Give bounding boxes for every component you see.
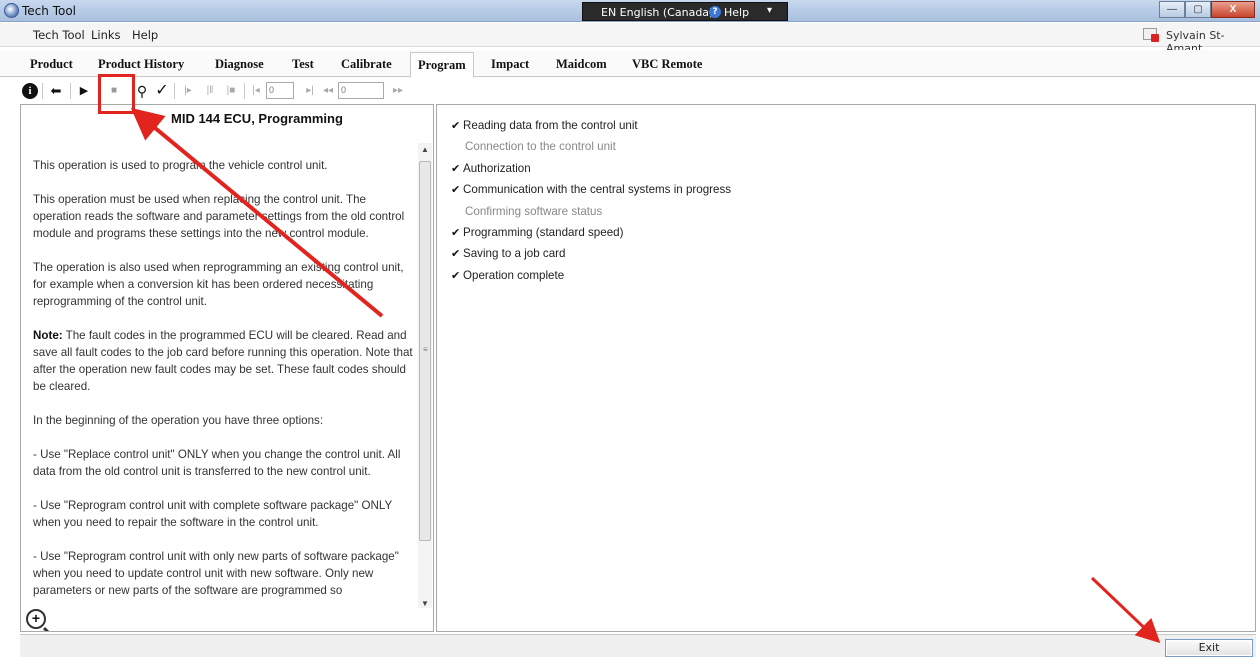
window-title: Tech Tool: [22, 4, 76, 18]
title-bar: Tech Tool EN English (Canada) ? Help ▾ —…: [0, 0, 1260, 22]
step-check-icon: ✔: [451, 226, 461, 239]
toolbar-separator: [244, 83, 245, 99]
main-tabs: Product Product History Diagnose Test Ca…: [0, 50, 1260, 78]
step-label: Connection to the control unit: [465, 140, 616, 154]
note-paragraph: Note: The fault codes in the programmed …: [33, 327, 413, 395]
operation-step: ✔ Operation complete: [451, 269, 731, 290]
description-scrollbar[interactable]: ▲ ≡ ▼: [418, 143, 432, 608]
step-number-input[interactable]: 0: [266, 82, 294, 99]
zoom-in-icon[interactable]: +: [26, 609, 46, 629]
operation-description: This operation is used to program the ve…: [33, 157, 413, 616]
back-arrow-icon[interactable]: ⬅: [48, 82, 64, 100]
next-icon[interactable]: ▸|: [302, 82, 318, 100]
help-link[interactable]: Help: [724, 6, 749, 19]
tab-diagnose[interactable]: Diagnose: [215, 57, 264, 72]
maximize-button[interactable]: ▢: [1185, 1, 1211, 18]
menu-links[interactable]: Links: [91, 28, 121, 42]
operation-step: ✔ Communication with the central systems …: [451, 183, 731, 204]
step-label: Saving to a job card: [463, 247, 566, 261]
time-input[interactable]: 0: [338, 82, 384, 99]
tab-vbc-remote[interactable]: VBC Remote: [632, 57, 702, 72]
scroll-grip-icon: ≡: [423, 345, 428, 354]
step-label: Programming (standard speed): [463, 225, 624, 239]
scroll-down-icon[interactable]: ▼: [421, 599, 429, 608]
description-paragraph: This operation is used to program the ve…: [33, 159, 328, 172]
window-controls: — ▢ X: [1159, 1, 1255, 19]
step-stop-icon[interactable]: |■: [222, 82, 240, 100]
check-icon[interactable]: ✓: [154, 82, 170, 100]
description-paragraph: The operation is also used when reprogra…: [33, 261, 404, 308]
tab-test[interactable]: Test: [292, 57, 314, 72]
step-check-icon: ✔: [451, 184, 461, 197]
user-icon[interactable]: [1143, 28, 1159, 42]
note-text: The fault codes in the programmed ECU wi…: [33, 329, 413, 393]
step-label: Operation complete: [463, 268, 565, 282]
operation-step: ✔ Reading data from the control unit: [451, 119, 731, 140]
operation-toolbar: i ⬅ ▶ ■ ⚲ ✓ |▸ |‖ |■ |◂ 0 ▸| ◂◂ 0 ▸▸: [16, 80, 416, 102]
toolbar-separator: [174, 83, 175, 99]
search-icon[interactable]: ⚲: [134, 82, 150, 100]
step-label: Authorization: [463, 161, 531, 175]
description-paragraph: This operation must be used when replaci…: [33, 193, 405, 240]
description-paragraph: - Use "Reprogram control unit with compl…: [33, 499, 392, 529]
tech-tool-app-icon: [4, 3, 19, 18]
tab-maidcom[interactable]: Maidcom: [556, 57, 607, 72]
note-label: Note:: [33, 329, 63, 342]
step-check-icon: ✔: [451, 248, 461, 261]
pin-dropdown-icon[interactable]: ▾: [767, 5, 772, 16]
close-button[interactable]: X: [1211, 1, 1255, 18]
info-icon[interactable]: i: [22, 83, 38, 99]
exit-button[interactable]: Exit: [1165, 639, 1253, 657]
tab-product[interactable]: Product: [30, 57, 73, 72]
step-label: Confirming software status: [465, 204, 603, 218]
language-help-bar[interactable]: EN English (Canada) ? Help ▾: [582, 2, 788, 21]
step-pause-icon[interactable]: |‖: [201, 82, 219, 100]
tab-calibrate[interactable]: Calibrate: [341, 57, 392, 72]
operation-description-pane: MID 144 ECU, Programming This operation …: [20, 104, 434, 632]
description-paragraph: - Use "Reprogram control unit with only …: [33, 550, 399, 597]
fast-forward-icon[interactable]: ▸▸: [390, 82, 406, 100]
operation-step: ✔ Saving to a job card: [451, 247, 731, 268]
step-check-icon: ✔: [451, 269, 461, 282]
toolbar-separator: [70, 83, 71, 99]
operation-title: MID 144 ECU, Programming: [171, 111, 343, 126]
menu-tech-tool[interactable]: Tech Tool: [33, 28, 85, 42]
rewind-icon[interactable]: ◂◂: [320, 82, 336, 100]
step-label: Reading data from the control unit: [463, 119, 638, 132]
step-forward-icon[interactable]: |▸: [179, 82, 197, 100]
step-check-icon: ✔: [451, 120, 461, 132]
minimize-button[interactable]: —: [1159, 1, 1185, 18]
tab-impact[interactable]: Impact: [491, 57, 529, 72]
bottom-bar: [20, 634, 1256, 657]
language-selector[interactable]: EN English (Canada): [601, 6, 713, 19]
operation-step: ✔ Programming (standard speed): [451, 226, 731, 247]
description-paragraph: In the beginning of the operation you ha…: [33, 414, 324, 427]
operation-step: ✔ Authorization: [451, 162, 731, 183]
description-paragraph: - Use "Replace control unit" ONLY when y…: [33, 448, 401, 478]
operation-step: Confirming software status: [451, 205, 731, 226]
operation-step: Connection to the control unit: [451, 140, 731, 161]
scroll-thumb[interactable]: ≡: [419, 161, 431, 541]
menu-help[interactable]: Help: [132, 28, 158, 42]
tab-product-history[interactable]: Product History: [98, 57, 184, 72]
operation-steps-list: ✔ Reading data from the control unit Conne…: [451, 119, 731, 290]
annotation-highlight-box: [98, 74, 135, 114]
play-icon[interactable]: ▶: [76, 82, 92, 100]
operation-status-pane: ✔ Reading data from the control unit Conne…: [436, 104, 1256, 632]
menu-bar: Tech Tool Links Help Sylvain St-Amant: [0, 23, 1260, 55]
toolbar-separator: [42, 83, 43, 99]
step-check-icon: ✔: [451, 162, 461, 175]
tab-program[interactable]: Program: [410, 52, 474, 78]
help-icon[interactable]: ?: [709, 6, 721, 18]
scroll-up-icon[interactable]: ▲: [421, 145, 429, 154]
previous-icon[interactable]: |◂: [248, 82, 264, 100]
step-label: Communication with the central systems i…: [463, 183, 732, 197]
